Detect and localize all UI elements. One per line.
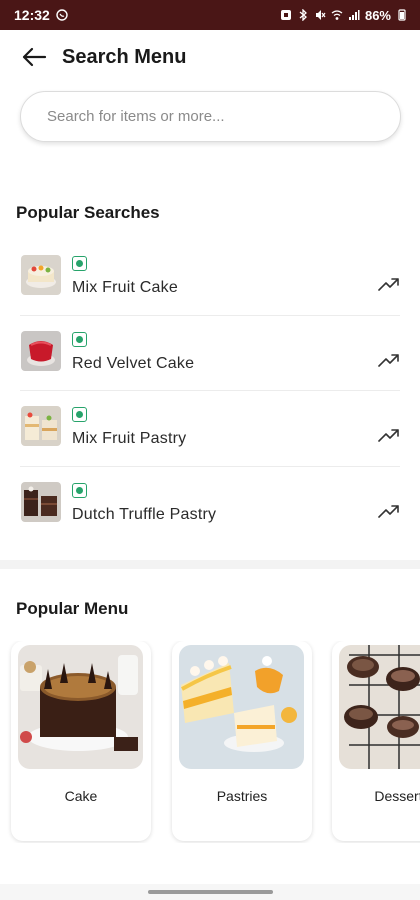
menu-card-label: Pastries xyxy=(216,788,268,804)
menu-card-label: Cake xyxy=(64,788,98,804)
alarm-icon xyxy=(280,10,291,20)
status-left: 12:32 xyxy=(14,7,68,23)
menu-card-image xyxy=(339,645,420,769)
home-indicator[interactable] xyxy=(148,890,273,894)
popular-menu-title: Popular Menu xyxy=(16,599,129,618)
veg-badge xyxy=(72,482,87,498)
search-input[interactable] xyxy=(20,91,401,142)
trending-up-icon xyxy=(378,429,399,442)
item-name: Mix Fruit Cake xyxy=(72,279,178,296)
trending-up-icon xyxy=(378,504,399,518)
menu-card-cake[interactable]: Cake xyxy=(11,641,151,841)
status-bar: 12:32 86% xyxy=(0,0,420,30)
menu-card-image xyxy=(18,645,143,769)
popular-searches-list: Mix Fruit Cake Red Velvet Cake Mix Fruit… xyxy=(0,240,420,542)
menu-card-pastries[interactable]: Pastries xyxy=(172,641,312,841)
menu-card-image xyxy=(179,645,304,769)
battery-percent: 86% xyxy=(364,7,391,23)
trending-up-icon xyxy=(378,353,399,367)
search-item-red-velvet-cake[interactable]: Red Velvet Cake xyxy=(20,316,400,391)
item-name: Mix Fruit Pastry xyxy=(72,430,187,447)
veg-badge xyxy=(72,331,87,347)
status-time: 12:32 xyxy=(14,7,50,23)
search-item-dutch-truffle-pastry[interactable]: Dutch Truffle Pastry xyxy=(20,467,400,543)
item-thumbnail xyxy=(21,255,61,295)
item-thumbnail xyxy=(21,406,61,446)
whatsapp-icon xyxy=(56,9,68,21)
back-button[interactable] xyxy=(20,44,48,70)
arrow-left-icon xyxy=(22,47,47,67)
bluetooth-icon xyxy=(299,9,307,21)
item-thumbnail xyxy=(21,481,61,522)
wifi-icon xyxy=(331,10,343,20)
mute-icon xyxy=(315,10,326,20)
popular-searches-title: Popular Searches xyxy=(16,203,160,222)
trending-up-icon xyxy=(378,278,399,291)
signal-icon xyxy=(348,10,360,20)
app-bar: Search Menu xyxy=(0,30,420,84)
item-name: Dutch Truffle Pastry xyxy=(72,505,217,523)
section-divider xyxy=(0,560,420,569)
veg-badge xyxy=(72,256,87,271)
search-item-mix-fruit-pastry[interactable]: Mix Fruit Pastry xyxy=(20,391,400,467)
popular-menu-carousel[interactable]: Cake Pastries Desser xyxy=(0,641,420,843)
menu-card-label: Desserts xyxy=(374,788,420,804)
veg-badge xyxy=(72,407,87,422)
search-item-mix-fruit-cake[interactable]: Mix Fruit Cake xyxy=(20,240,400,316)
item-thumbnail xyxy=(21,330,61,371)
battery-icon xyxy=(398,9,406,21)
item-name: Red Velvet Cake xyxy=(72,354,195,372)
page-title: Search Menu xyxy=(62,46,187,68)
menu-card-desserts[interactable]: Desserts xyxy=(332,641,420,841)
status-right: 86% xyxy=(280,8,408,23)
